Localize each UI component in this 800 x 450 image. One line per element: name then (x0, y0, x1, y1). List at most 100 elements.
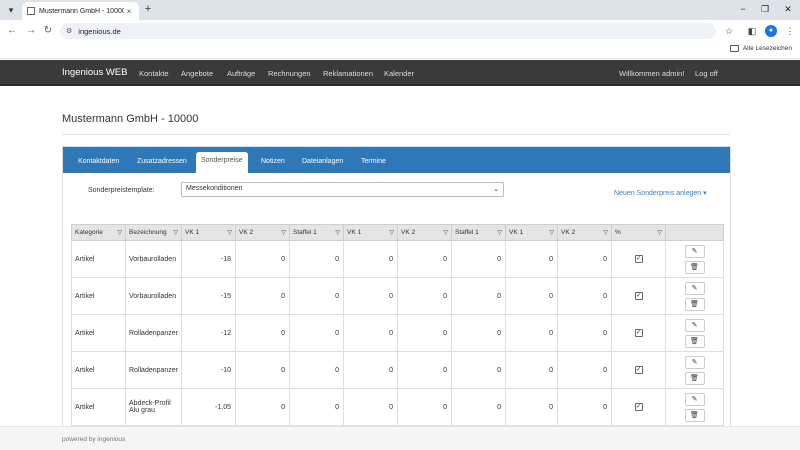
chevron-down-icon: ⌄ (493, 186, 499, 193)
site-info-icon[interactable]: ⚙ (66, 27, 72, 35)
bookmark-star-icon[interactable]: ☆ (722, 24, 736, 38)
table-cell-staffel1b: 0 (451, 277, 506, 315)
table-cell-vk1c: 0 (505, 314, 558, 352)
back-icon[interactable]: ← (5, 24, 19, 38)
reload-icon[interactable]: ↻ (41, 24, 55, 38)
title-divider (62, 134, 730, 135)
table-cell-vk2: 0 (235, 388, 290, 426)
table-cell-actions: ✎ 🗑 (665, 388, 724, 426)
side-panel-icon[interactable]: ◧ (745, 24, 759, 38)
contact-panel: Kontaktdaten Zusatzadressen Sonderpreise… (62, 146, 731, 436)
edit-icon[interactable]: ✎ (684, 318, 705, 332)
tab-zusatzadressen[interactable]: Zusatzadressen (132, 154, 192, 173)
delete-icon[interactable]: 🗑 (684, 334, 705, 348)
address-bar[interactable]: ⚙ ingenious.de (60, 23, 716, 39)
tab-dateianlagen[interactable]: Dateianlagen (297, 154, 348, 173)
edit-icon[interactable]: ✎ (684, 355, 705, 369)
column-header[interactable]: VK 2 ▽ (397, 224, 452, 241)
table-cell-actions: ✎ 🗑 (665, 240, 724, 278)
filter-icon[interactable]: ▽ (497, 229, 502, 236)
brand-logo[interactable]: Ingenious WEB (62, 67, 127, 78)
filter-icon[interactable]: ▽ (657, 229, 662, 236)
filter-icon[interactable]: ▽ (173, 229, 178, 236)
tab-termine[interactable]: Termine (356, 154, 391, 173)
percent-checkbox[interactable]: ✓ (634, 366, 643, 374)
delete-icon[interactable]: 🗑 (684, 371, 705, 385)
column-header[interactable]: % ▽ (611, 224, 666, 241)
percent-checkbox[interactable]: ✓ (634, 292, 643, 300)
filter-icon[interactable]: ▽ (389, 229, 394, 236)
profile-avatar-icon[interactable]: ● (765, 25, 777, 37)
filter-icon[interactable]: ▽ (603, 229, 608, 236)
table-cell-staffel1b: 0 (451, 240, 506, 278)
filter-icon[interactable]: ▽ (227, 229, 232, 236)
contact-tabbar: Kontaktdaten Zusatzadressen Sonderpreise… (63, 147, 730, 173)
filter-icon[interactable]: ▽ (443, 229, 448, 236)
column-header[interactable]: Staffel 1 ▽ (289, 224, 344, 241)
forward-icon[interactable]: → (24, 24, 38, 38)
tab-search-icon[interactable]: ▾ (5, 4, 17, 16)
table-cell-kategorie: Artikel (71, 351, 126, 389)
row-actions: ✎ 🗑 (669, 318, 720, 348)
bookmark-folder-all[interactable]: Alle Lesezeichen (729, 45, 792, 52)
window-close-icon[interactable]: ✕ (780, 3, 796, 15)
browser-menu-icon[interactable]: ⋮ (783, 24, 797, 38)
browser-tab-strip: ▾ Mustermann GmbH - 10000 - I × + − ❐ ✕ (0, 0, 800, 20)
column-header[interactable]: VK 2 ▽ (235, 224, 290, 241)
column-header[interactable]: VK 1 ▽ (343, 224, 398, 241)
nav-item-angebote[interactable]: Angebote (181, 69, 213, 78)
minimize-icon[interactable]: − (735, 3, 751, 15)
table-row[interactable]: Artikel Rolladenpanzer -10 0 0 0 0 0 0 0 ✓ ✎ 🗑 (71, 351, 724, 389)
filter-icon[interactable]: ▽ (549, 229, 554, 236)
column-header[interactable]: VK 2 ▽ (557, 224, 612, 241)
delete-icon[interactable]: 🗑 (684, 297, 705, 311)
nav-item-auftraege[interactable]: Aufträge (227, 69, 255, 78)
filter-icon[interactable]: ▽ (117, 229, 122, 236)
edit-icon[interactable]: ✎ (684, 281, 705, 295)
percent-checkbox[interactable]: ✓ (634, 255, 643, 263)
table-cell-bezeichnung: Abdeck-Profil Alu grau (125, 388, 182, 426)
table-cell-vk1b: 0 (343, 240, 398, 278)
table-row[interactable]: Artikel Vorbaurolladen -18 0 0 0 0 0 0 0 ✓ ✎ 🗑 (71, 240, 724, 278)
row-actions: ✎ 🗑 (669, 244, 720, 274)
table-cell-vk2c: 0 (557, 277, 612, 315)
table-row[interactable]: Artikel Abdeck-Profil Alu grau -1,05 0 0 0 0 0 0… (71, 388, 724, 426)
browser-tab[interactable]: Mustermann GmbH - 10000 - I × (22, 2, 139, 20)
tab-close-icon[interactable]: × (124, 7, 134, 16)
template-select[interactable]: Messekonditionen ⌄ (181, 182, 504, 197)
column-header[interactable]: VK 1 ▽ (181, 224, 236, 241)
welcome-link[interactable]: Willkommen admin! (619, 69, 684, 78)
edit-icon[interactable]: ✎ (684, 392, 705, 406)
table-cell-actions: ✎ 🗑 (665, 351, 724, 389)
logoff-link[interactable]: Log off (695, 69, 718, 78)
nav-item-kalender[interactable]: Kalender (384, 69, 414, 78)
nav-item-kontakte[interactable]: Kontakte (139, 69, 169, 78)
table-row[interactable]: Artikel Rolladenpanzer -12 0 0 0 0 0 0 0 ✓ ✎ 🗑 (71, 314, 724, 352)
percent-checkbox[interactable]: ✓ (634, 403, 643, 411)
table-cell-vk2c: 0 (557, 240, 612, 278)
table-cell-vk2c: 0 (557, 351, 612, 389)
column-header[interactable]: Kategorie ▽ (71, 224, 126, 241)
column-header[interactable]: Bezeichnung ▽ (125, 224, 182, 241)
delete-icon[interactable]: 🗑 (684, 408, 705, 422)
tab-kontaktdaten[interactable]: Kontaktdaten (73, 154, 124, 173)
filter-icon[interactable]: ▽ (335, 229, 340, 236)
column-header[interactable]: VK 1 ▽ (505, 224, 558, 241)
column-header[interactable]: Staffel 1 ▽ (451, 224, 506, 241)
nav-item-rechnungen[interactable]: Rechnungen (268, 69, 311, 78)
table-cell-vk1c: 0 (505, 388, 558, 426)
tab-notizen[interactable]: Notizen (256, 154, 290, 173)
maximize-icon[interactable]: ❐ (757, 3, 773, 15)
tab-sonderpreise[interactable]: Sonderpreise (196, 152, 248, 173)
new-special-price-link[interactable]: Neuen Sonderpreis anlegen ▾ (614, 189, 707, 197)
filter-icon[interactable]: ▽ (281, 229, 286, 236)
edit-icon[interactable]: ✎ (684, 244, 705, 258)
table-cell-vk2b: 0 (397, 388, 452, 426)
main-content: Mustermann GmbH - 10000 Kontaktdaten Zus… (0, 86, 800, 436)
table-row[interactable]: Artikel Vorbaurolladen -15 0 0 0 0 0 0 0 ✓ ✎ 🗑 (71, 277, 724, 315)
table-cell-vk1: -15 (181, 277, 236, 315)
delete-icon[interactable]: 🗑 (684, 260, 705, 274)
nav-item-reklamationen[interactable]: Reklamationen (323, 69, 373, 78)
new-tab-button[interactable]: + (142, 3, 154, 15)
percent-checkbox[interactable]: ✓ (634, 329, 643, 337)
